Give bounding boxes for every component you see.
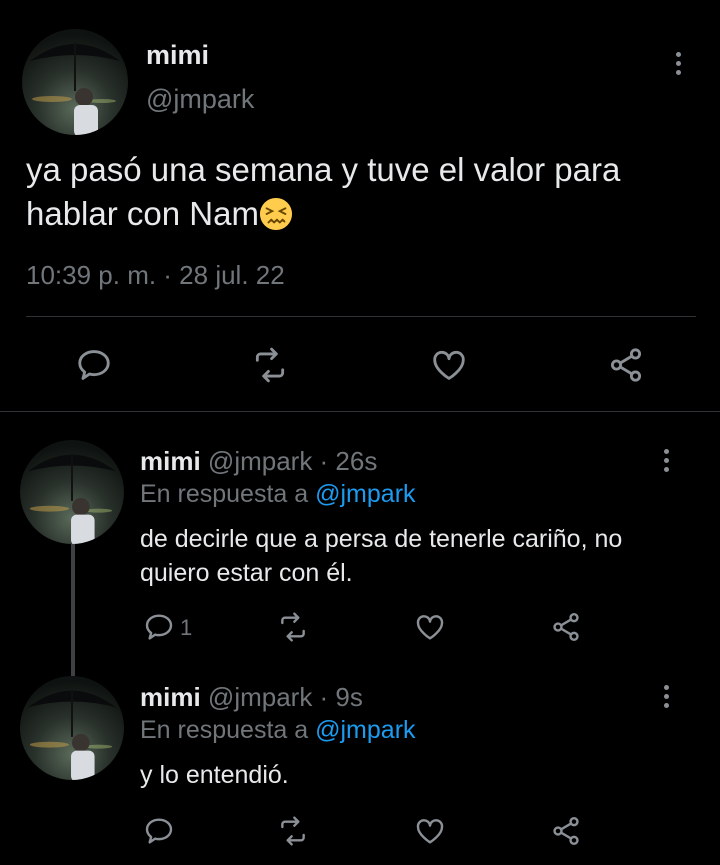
more-options-icon[interactable]: [668, 48, 688, 78]
reply-text: y lo entendió.: [140, 761, 289, 789]
share-icon[interactable]: [549, 611, 583, 648]
share-icon[interactable]: [606, 346, 646, 389]
like-icon[interactable]: [413, 815, 447, 852]
reply-icon[interactable]: [143, 611, 175, 648]
in-reply-prefix: En respuesta a: [140, 716, 309, 744]
retweet-icon[interactable]: [276, 611, 310, 648]
retweet-icon[interactable]: [276, 815, 310, 852]
reply-text: de decirle que a persa de tenerle cariño…: [140, 525, 623, 587]
share-icon[interactable]: [549, 815, 583, 852]
reply-count: 1: [180, 615, 193, 640]
reply-meta: @jmpark · 26s: [207, 446, 378, 476]
main-tweet-handle[interactable]: @jmpark: [146, 84, 254, 115]
main-tweet-author-name[interactable]: mimi: [146, 40, 209, 71]
reply-author-name[interactable]: mimi: [140, 682, 201, 712]
retweet-icon[interactable]: [250, 346, 290, 389]
reply-header: mimi @jmpark · 9s: [140, 682, 363, 713]
thread-connector-line: [71, 544, 75, 676]
section-divider: [0, 411, 720, 412]
like-icon[interactable]: [413, 611, 447, 648]
in-reply-prefix: En respuesta a: [140, 480, 309, 508]
reply-avatar[interactable]: [20, 676, 124, 780]
in-reply-to: En respuesta a @jmpark: [140, 480, 416, 509]
reply-icon[interactable]: [143, 815, 175, 852]
main-tweet-avatar[interactable]: [22, 29, 128, 135]
reply-author-name[interactable]: mimi: [140, 446, 201, 476]
more-options-icon[interactable]: [656, 445, 676, 475]
main-tweet-timestamp: 10:39 p. m. · 28 jul. 22: [26, 260, 285, 290]
reply-header: mimi @jmpark · 26s: [140, 446, 377, 477]
in-reply-to: En respuesta a @jmpark: [140, 716, 416, 745]
more-options-icon[interactable]: [656, 681, 676, 711]
reply-icon[interactable]: [75, 346, 113, 389]
reply-meta: @jmpark · 9s: [207, 682, 363, 712]
divider: [26, 316, 696, 317]
reply-avatar[interactable]: [20, 440, 124, 544]
confounded-face-icon: [259, 197, 293, 231]
like-icon[interactable]: [429, 346, 469, 389]
main-tweet-text: ya pasó una semana y tuve el valor para …: [26, 151, 621, 232]
in-reply-handle-link[interactable]: @jmpark: [315, 716, 415, 744]
in-reply-handle-link[interactable]: @jmpark: [315, 480, 415, 508]
